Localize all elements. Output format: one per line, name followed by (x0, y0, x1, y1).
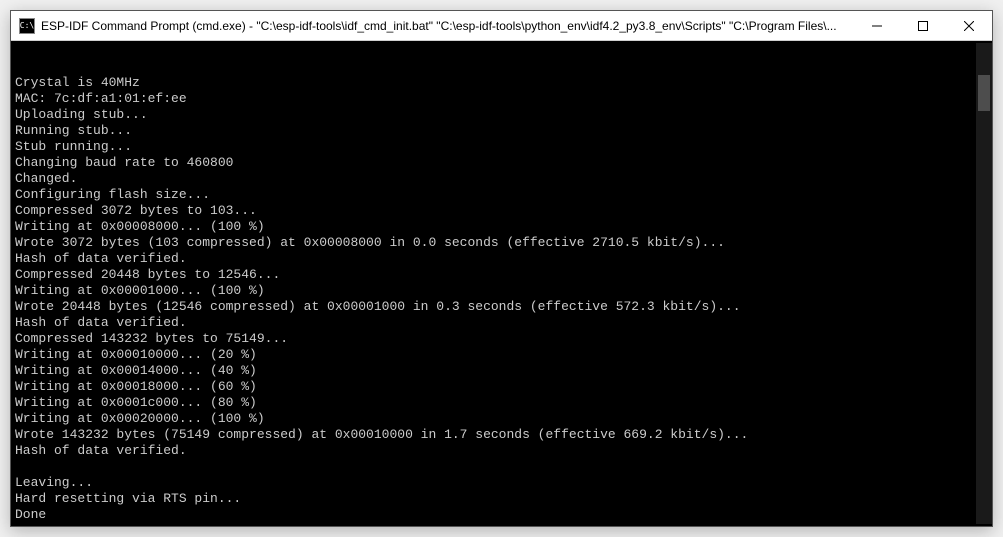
minimize-button[interactable] (854, 11, 900, 40)
terminal-output-line: Writing at 0x00014000... (40 %) (15, 363, 976, 379)
terminal-output-line: Changing baud rate to 460800 (15, 155, 976, 171)
terminal-output-line: Writing at 0x00020000... (100 %) (15, 411, 976, 427)
terminal-output-line: Writing at 0x0001c000... (80 %) (15, 395, 976, 411)
window-title: ESP-IDF Command Prompt (cmd.exe) - "C:\e… (41, 19, 854, 33)
titlebar[interactable]: C:\ ESP-IDF Command Prompt (cmd.exe) - "… (11, 11, 992, 41)
command-prompt-window: C:\ ESP-IDF Command Prompt (cmd.exe) - "… (10, 10, 993, 527)
terminal-output-line: Writing at 0x00010000... (20 %) (15, 347, 976, 363)
terminal-output-line: Leaving... (15, 475, 976, 491)
terminal-area[interactable]: Crystal is 40MHzMAC: 7c:df:a1:01:ef:eeUp… (11, 41, 992, 526)
terminal-output-line: MAC: 7c:df:a1:01:ef:ee (15, 91, 976, 107)
close-icon (964, 21, 974, 31)
terminal-output-line: Compressed 20448 bytes to 12546... (15, 267, 976, 283)
terminal-output-line: Uploading stub... (15, 107, 976, 123)
terminal-output-line: Hash of data verified. (15, 315, 976, 331)
terminal-output-line: Running stub... (15, 123, 976, 139)
terminal-output-line: Hash of data verified. (15, 251, 976, 267)
terminal-output-line: Writing at 0x00001000... (100 %) (15, 283, 976, 299)
minimize-icon (872, 21, 882, 31)
vertical-scrollbar[interactable] (976, 43, 992, 524)
maximize-icon (918, 21, 928, 31)
terminal-output-line: Writing at 0x00018000... (60 %) (15, 379, 976, 395)
terminal-output-line: Wrote 143232 bytes (75149 compressed) at… (15, 427, 976, 443)
scrollbar-thumb[interactable] (978, 75, 990, 111)
close-button[interactable] (946, 11, 992, 40)
terminal-output-line: Configuring flash size... (15, 187, 976, 203)
terminal-output-line (15, 459, 976, 475)
terminal-output-line: Crystal is 40MHz (15, 75, 976, 91)
terminal-output-line (15, 523, 976, 524)
terminal-output-line: Hard resetting via RTS pin... (15, 491, 976, 507)
terminal-output-line: Wrote 3072 bytes (103 compressed) at 0x0… (15, 235, 976, 251)
terminal-output-line: Stub running... (15, 139, 976, 155)
window-controls (854, 11, 992, 40)
terminal-output-line: Done (15, 507, 976, 523)
terminal-output-line: Compressed 143232 bytes to 75149... (15, 331, 976, 347)
terminal-output-line: Hash of data verified. (15, 443, 976, 459)
terminal-output-line: Wrote 20448 bytes (12546 compressed) at … (15, 299, 976, 315)
terminal-content[interactable]: Crystal is 40MHzMAC: 7c:df:a1:01:ef:eeUp… (15, 43, 976, 524)
terminal-output-line: Changed. (15, 171, 976, 187)
app-icon: C:\ (19, 18, 35, 34)
terminal-output-line: Writing at 0x00008000... (100 %) (15, 219, 976, 235)
terminal-output-line: Compressed 3072 bytes to 103... (15, 203, 976, 219)
maximize-button[interactable] (900, 11, 946, 40)
